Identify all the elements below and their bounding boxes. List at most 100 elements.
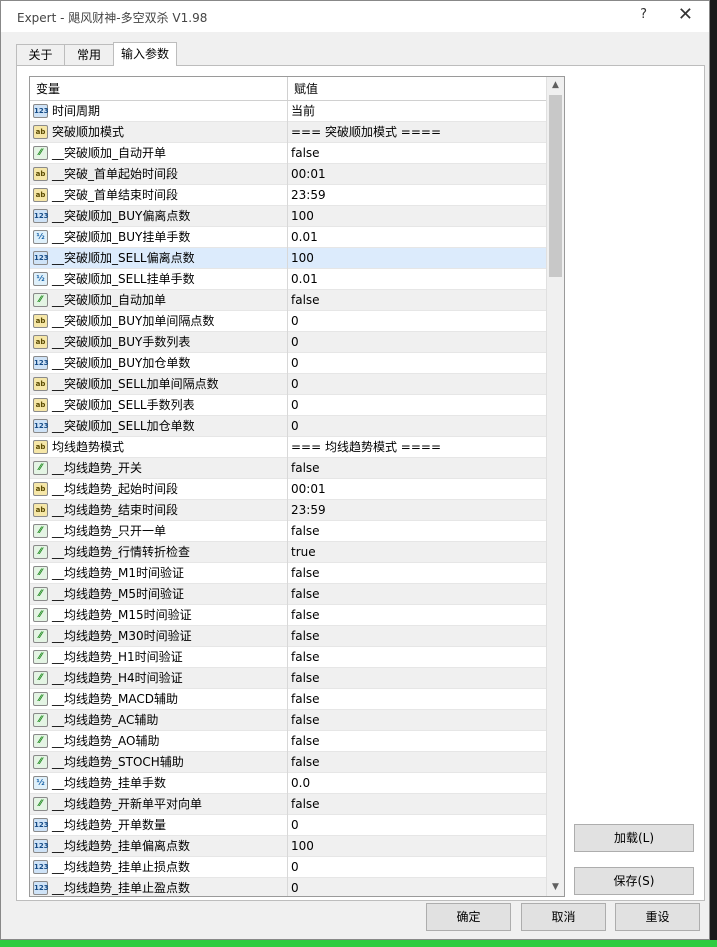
parameter-value[interactable]: 0.01	[288, 227, 546, 248]
parameter-row[interactable]: 123 __突破顺加_SELL偏离点数 100	[30, 248, 546, 269]
parameter-value[interactable]: === 均线趋势模式 ====	[288, 437, 546, 458]
parameter-name: __突破顺加_SELL加仓单数	[52, 419, 195, 433]
parameter-value[interactable]: === 突破顺加模式 ====	[288, 122, 546, 143]
tab-about[interactable]: 关于	[16, 44, 65, 66]
parameter-row[interactable]: ab __突破_首单结束时间段 23:59	[30, 185, 546, 206]
parameter-value[interactable]: 0	[288, 878, 546, 896]
parameter-value[interactable]: false	[288, 689, 546, 710]
parameter-row[interactable]: ⁄⁄ __突破顺加_自动开单 false	[30, 143, 546, 164]
title-bar[interactable]: Expert - 飓风财神-多空双杀 V1.98 ? ✕	[1, 1, 709, 32]
scroll-down-icon[interactable]: ▼	[547, 879, 564, 896]
parameter-value[interactable]: 0	[288, 353, 546, 374]
parameter-value[interactable]: 0	[288, 815, 546, 836]
parameter-row[interactable]: ½ __突破顺加_SELL挂单手数 0.01	[30, 269, 546, 290]
cancel-button[interactable]: 取消	[521, 903, 606, 931]
reset-button[interactable]: 重设	[615, 903, 700, 931]
parameter-value[interactable]: 100	[288, 206, 546, 227]
parameter-row[interactable]: 123 __均线趋势_开单数量 0	[30, 815, 546, 836]
parameter-name-cell: ab 均线趋势模式	[30, 437, 288, 458]
tab-common[interactable]: 常用	[64, 44, 114, 66]
parameter-value[interactable]: false	[288, 563, 546, 584]
parameter-row[interactable]: ab __突破顺加_SELL手数列表 0	[30, 395, 546, 416]
parameter-name-cell: ⁄⁄ __均线趋势_行情转折检查	[30, 542, 288, 563]
parameter-row[interactable]: 123 时间周期 当前	[30, 101, 546, 122]
parameter-row[interactable]: ⁄⁄ __均线趋势_M30时间验证 false	[30, 626, 546, 647]
parameter-row[interactable]: ⁄⁄ __均线趋势_AC辅助 false	[30, 710, 546, 731]
parameter-value[interactable]: false	[288, 794, 546, 815]
parameter-value[interactable]: 当前	[288, 101, 546, 122]
parameter-value[interactable]: 0	[288, 416, 546, 437]
ok-button[interactable]: 确定	[426, 903, 511, 931]
parameter-row[interactable]: 123 __突破顺加_SELL加仓单数 0	[30, 416, 546, 437]
parameter-value[interactable]: 00:01	[288, 479, 546, 500]
parameter-value[interactable]: false	[288, 458, 546, 479]
parameter-value[interactable]: 0	[288, 332, 546, 353]
parameter-row[interactable]: ab 均线趋势模式 === 均线趋势模式 ====	[30, 437, 546, 458]
parameter-value[interactable]: 0.0	[288, 773, 546, 794]
parameter-row[interactable]: ab __均线趋势_结束时间段 23:59	[30, 500, 546, 521]
parameter-value[interactable]: 0	[288, 374, 546, 395]
type-ab-icon: ab	[33, 482, 48, 496]
parameter-row[interactable]: ⁄⁄ __均线趋势_STOCH辅助 false	[30, 752, 546, 773]
parameter-row[interactable]: ½ __突破顺加_BUY挂单手数 0.01	[30, 227, 546, 248]
parameter-value[interactable]: 0	[288, 395, 546, 416]
tab-inputs[interactable]: 输入参数	[113, 42, 177, 66]
save-button[interactable]: 保存(S)	[574, 867, 694, 895]
parameter-value[interactable]: false	[288, 731, 546, 752]
parameter-value[interactable]: false	[288, 143, 546, 164]
parameter-row[interactable]: ab __突破顺加_BUY手数列表 0	[30, 332, 546, 353]
parameter-row[interactable]: ab 突破顺加模式 === 突破顺加模式 ====	[30, 122, 546, 143]
parameter-value[interactable]: 0	[288, 857, 546, 878]
parameter-row[interactable]: ⁄⁄ __均线趋势_M15时间验证 false	[30, 605, 546, 626]
parameter-value[interactable]: 100	[288, 248, 546, 269]
parameter-value[interactable]: 23:59	[288, 500, 546, 521]
parameter-value[interactable]: true	[288, 542, 546, 563]
vertical-scrollbar[interactable]: ▲ ▼	[546, 77, 564, 896]
parameter-row[interactable]: ab __突破顺加_BUY加单间隔点数 0	[30, 311, 546, 332]
parameter-row[interactable]: ⁄⁄ __均线趋势_H1时间验证 false	[30, 647, 546, 668]
parameter-row[interactable]: 123 __突破顺加_BUY加仓单数 0	[30, 353, 546, 374]
parameter-row[interactable]: ⁄⁄ __均线趋势_只开一单 false	[30, 521, 546, 542]
parameter-row[interactable]: ab __突破顺加_SELL加单间隔点数 0	[30, 374, 546, 395]
parameter-value[interactable]: false	[288, 668, 546, 689]
parameter-row[interactable]: ⁄⁄ __均线趋势_M5时间验证 false	[30, 584, 546, 605]
parameters-grid[interactable]: 变量 赋值 123 时间周期 当前 ab 突破顺加模式 === 突破顺加模式 ==== ⁄⁄…	[29, 76, 565, 897]
parameter-value[interactable]: 00:01	[288, 164, 546, 185]
parameter-value[interactable]: false	[288, 605, 546, 626]
parameter-row[interactable]: ⁄⁄ __均线趋势_开新单平对向单 false	[30, 794, 546, 815]
parameter-row[interactable]: 123 __均线趋势_挂单止盈点数 0	[30, 878, 546, 896]
close-button[interactable]: ✕	[678, 4, 693, 25]
help-button[interactable]: ?	[640, 7, 647, 22]
type-num-icon: 123	[33, 881, 49, 895]
parameter-row[interactable]: ⁄⁄ __均线趋势_H4时间验证 false	[30, 668, 546, 689]
parameter-row[interactable]: ⁄⁄ __突破顺加_自动加单 false	[30, 290, 546, 311]
parameter-row[interactable]: ⁄⁄ __均线趋势_行情转折检查 true	[30, 542, 546, 563]
parameter-row[interactable]: 123 __均线趋势_挂单偏离点数 100	[30, 836, 546, 857]
parameter-name: __均线趋势_行情转折检查	[52, 545, 191, 559]
parameter-value[interactable]: 23:59	[288, 185, 546, 206]
parameter-value[interactable]: false	[288, 647, 546, 668]
parameter-row[interactable]: ab __均线趋势_起始时间段 00:01	[30, 479, 546, 500]
parameter-value[interactable]: false	[288, 626, 546, 647]
parameter-row[interactable]: ⁄⁄ __均线趋势_AO辅助 false	[30, 731, 546, 752]
load-button[interactable]: 加载(L)	[574, 824, 694, 852]
column-header-variable[interactable]: 变量	[30, 77, 288, 101]
scroll-thumb[interactable]	[549, 95, 562, 277]
parameter-row[interactable]: 123 __突破顺加_BUY偏离点数 100	[30, 206, 546, 227]
parameter-value[interactable]: false	[288, 290, 546, 311]
parameter-value[interactable]: 100	[288, 836, 546, 857]
parameter-value[interactable]: false	[288, 710, 546, 731]
scroll-up-icon[interactable]: ▲	[547, 77, 564, 94]
column-header-value[interactable]: 赋值	[288, 77, 546, 101]
parameter-value[interactable]: 0	[288, 311, 546, 332]
parameter-value[interactable]: false	[288, 521, 546, 542]
parameter-row[interactable]: ⁄⁄ __均线趋势_MACD辅助 false	[30, 689, 546, 710]
parameter-row[interactable]: ½ __均线趋势_挂单手数 0.0	[30, 773, 546, 794]
parameter-value[interactable]: false	[288, 752, 546, 773]
parameter-row[interactable]: ab __突破_首单起始时间段 00:01	[30, 164, 546, 185]
parameter-value[interactable]: 0.01	[288, 269, 546, 290]
parameter-row[interactable]: 123 __均线趋势_挂单止损点数 0	[30, 857, 546, 878]
parameter-value[interactable]: false	[288, 584, 546, 605]
parameter-row[interactable]: ⁄⁄ __均线趋势_开关 false	[30, 458, 546, 479]
parameter-row[interactable]: ⁄⁄ __均线趋势_M1时间验证 false	[30, 563, 546, 584]
